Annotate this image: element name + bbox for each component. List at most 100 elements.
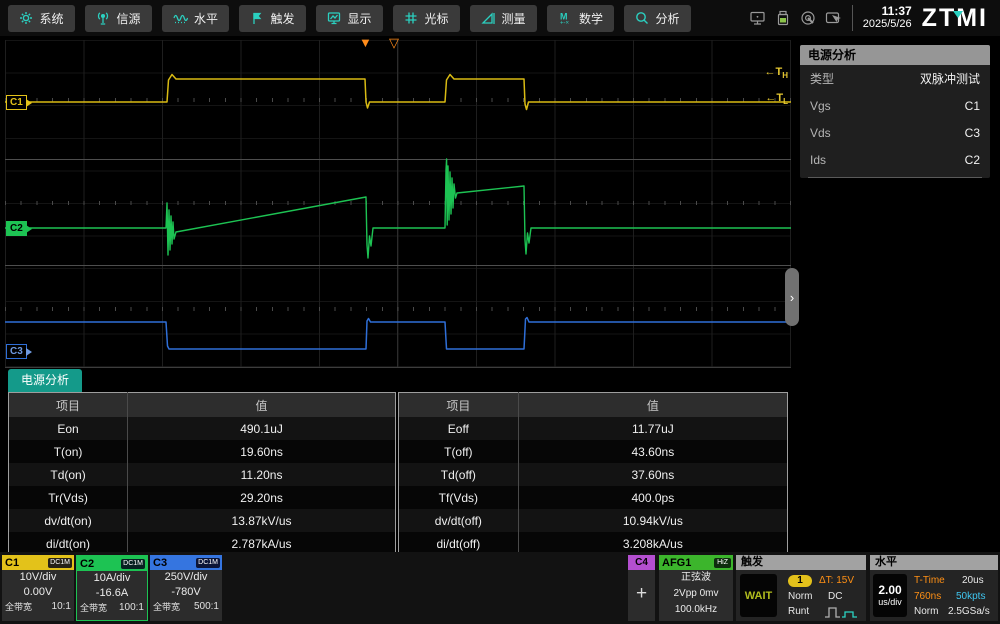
menu-button-horizontal[interactable]: 水平 [162, 5, 229, 32]
analysis-row-vgs[interactable]: Vgs C1 [800, 92, 990, 119]
row-value: C3 [965, 126, 980, 140]
panel-divider [808, 177, 982, 178]
coupling-badge: DC1M [48, 558, 72, 568]
afg-waveform-type: 正弦波 [659, 570, 733, 586]
channel-scale: 10A/div [77, 571, 147, 586]
delay-position-marker-icon[interactable]: ▽ [389, 36, 399, 50]
power-analysis-panel: 电源分析 类型 双脉冲测试 Vgs C1 Vds C3 Ids C2 [800, 45, 990, 178]
column-header: 值 [518, 393, 787, 418]
menu-button-display[interactable]: 显示 [316, 5, 383, 32]
impedance-badge: HiZ [714, 558, 731, 568]
menu-label: 光标 [424, 10, 448, 27]
trigger-status: WAIT [745, 590, 773, 602]
analysis-row-type[interactable]: 类型 双脉冲测试 [800, 65, 990, 92]
horizontal-panel[interactable]: 水平 2.00 us/div T-Time 20us 760ns 50kpts … [870, 555, 998, 621]
touch-icon[interactable] [800, 10, 816, 26]
table-row: Td(on)11.20ns [9, 463, 396, 486]
trace-c2 [5, 159, 791, 258]
column-header: 项目 [399, 393, 519, 418]
channel-box-c3[interactable]: C3 DC1M 250V/div -780V 全带宽 500:1 [150, 555, 222, 621]
probe-ratio: 500:1 [194, 601, 219, 612]
channel-header: C2 DC1M [77, 556, 147, 571]
trigger-panel-title: 触发 [736, 555, 866, 570]
record-length: 50kpts [956, 591, 985, 603]
channel-tag-arrow-icon [26, 225, 32, 233]
afg-box[interactable]: AFG1 HiZ 正弦波 2Vpp 0mv 100.0kHz [659, 555, 733, 621]
row-value: C2 [965, 153, 980, 167]
afg-header: AFG1 HiZ [659, 555, 733, 570]
channel-box-c2[interactable]: C2 DC1M 10A/div -16.6A 全带宽 100:1 [76, 555, 148, 621]
waveform-traces [5, 40, 791, 367]
menu-button-trigger[interactable]: 触发 [239, 5, 306, 32]
trigger-panel[interactable]: 触发 WAIT 1 ΔT: 15V Norm DC Runt [736, 555, 866, 621]
bottom-status-bar: C1 DC1M 10V/div 0.00V 全带宽 10:1 C2 DC1M 1… [0, 552, 1000, 624]
row-label: Vds [810, 126, 831, 140]
row-label: Ids [810, 153, 826, 167]
network-display-icon[interactable] [749, 10, 766, 26]
table-row: Tr(Vds)29.20ns [9, 486, 396, 509]
channel-footer: 全带宽 10:1 [2, 600, 74, 613]
table-row: dv/dt(on)13.87kV/us [9, 509, 396, 532]
channel-name: C2 [80, 558, 94, 570]
horizontal-wave-icon [173, 11, 188, 25]
timebase-unit: us/div [878, 597, 902, 607]
panel-title: 电源分析 [800, 45, 990, 65]
channel-tag-label: C1 [10, 97, 23, 108]
menu-button-analysis[interactable]: 分析 [624, 5, 691, 32]
menu-button-system[interactable]: 系统 [8, 5, 75, 32]
top-toolbar: 系统 信源 水平 触发 显示 光标 测量 M+-× 数学 [0, 0, 1000, 36]
channel-footer: 全带宽 500:1 [150, 600, 222, 613]
trigger-level: ΔT: 15V [819, 575, 854, 587]
channel-box-c1[interactable]: C1 DC1M 10V/div 0.00V 全带宽 10:1 [2, 555, 74, 621]
channel-box-c4[interactable]: C4 + [628, 555, 655, 621]
trigger-flag-icon [250, 11, 264, 25]
menu-button-math[interactable]: M+-× 数学 [547, 5, 614, 32]
trigger-position-marker-icon[interactable]: ▼ [359, 36, 372, 50]
menu-label: 系统 [39, 10, 63, 27]
t-time-label: T-Time [914, 575, 945, 587]
display-icon [327, 11, 341, 25]
t-time-value: 20us [962, 575, 984, 587]
threshold-low-marker[interactable]: ←TL [765, 92, 788, 106]
menu-button-cursor[interactable]: 光标 [393, 5, 460, 32]
channel-tag-c1[interactable]: C1 [6, 95, 27, 110]
channel-header: C3 DC1M [150, 555, 222, 570]
trace-c1 [5, 75, 791, 110]
tab-power-analysis[interactable]: 电源分析 [8, 369, 82, 392]
channel-tag-arrow-icon [26, 348, 32, 356]
row-label: Vgs [810, 99, 831, 113]
clock: 11:37 2025/5/26 [852, 5, 912, 31]
source-antenna-icon [96, 11, 110, 25]
bandwidth-label: 全带宽 [80, 601, 107, 614]
runt-pulse-icon [824, 605, 860, 619]
delay-value: 760ns [914, 591, 941, 603]
gesture-icon[interactable] [825, 10, 842, 26]
measure-triangle-icon [481, 11, 495, 25]
date: 2025/5/26 [863, 18, 912, 31]
table-row: T(off)43.60ns [399, 440, 788, 463]
trigger-mode: Norm [788, 591, 812, 603]
menu-button-source[interactable]: 信源 [85, 5, 152, 32]
chevron-right-icon: › [790, 290, 794, 305]
add-channel-icon[interactable]: + [628, 570, 655, 618]
menu-label: 水平 [194, 10, 218, 27]
channel-name: C3 [153, 557, 167, 569]
trigger-type: Runt [788, 606, 809, 618]
probe-ratio: 10:1 [52, 601, 71, 612]
waveform-display[interactable]: ▼ ▽ C1 C2 C3 ←TH ←TL [5, 40, 791, 368]
channel-header: C1 DC1M [2, 555, 74, 570]
horizontal-panel-title: 水平 [870, 555, 998, 570]
analysis-row-vds[interactable]: Vds C3 [800, 119, 990, 146]
usb-device-icon[interactable] [775, 10, 791, 26]
channel-tag-c2[interactable]: C2 [6, 221, 27, 236]
channel-offset: 0.00V [2, 585, 74, 600]
afg-name: AFG1 [662, 557, 691, 569]
menu-button-measure[interactable]: 测量 [470, 5, 537, 32]
analysis-row-ids[interactable]: Ids C2 [800, 146, 990, 173]
table-row: T(on)19.60ns [9, 440, 396, 463]
menu-label: 数学 [579, 10, 603, 27]
bandwidth-label: 全带宽 [5, 600, 32, 613]
channel-tag-c3[interactable]: C3 [6, 344, 27, 359]
side-panel-expander[interactable]: › [785, 268, 799, 326]
threshold-high-marker[interactable]: ←TH [764, 66, 788, 80]
